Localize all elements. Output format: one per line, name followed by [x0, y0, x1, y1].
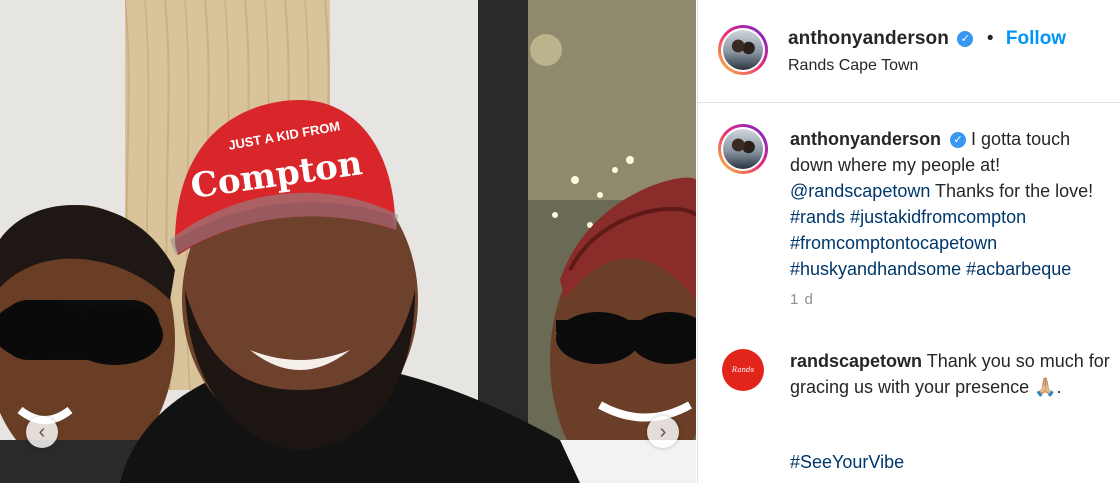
praying-hands-icon: 🙏🏼 — [1034, 377, 1057, 397]
hashtag-acbarbeque[interactable]: #acbarbeque — [966, 259, 1071, 279]
commenter-avatar-logo: Rands — [731, 366, 755, 374]
caption-text-2: Thanks for the love! — [935, 181, 1094, 201]
caption-mention[interactable]: @randscapetown — [790, 181, 930, 201]
follow-button[interactable]: Follow — [1006, 28, 1066, 49]
carousel-next-button[interactable]: › — [647, 416, 679, 448]
caption-username[interactable]: anthonyanderson — [790, 129, 941, 149]
comment-username[interactable]: randscapetown — [790, 351, 922, 371]
verified-badge-icon: ✓ — [957, 31, 974, 47]
chevron-right-icon: › — [659, 421, 667, 443]
author-avatar[interactable] — [718, 25, 768, 75]
post-side-panel: anthonyanderson ✓ • Follow Rands Cape To… — [697, 0, 1120, 483]
hashtag-rands[interactable]: #rands — [790, 207, 845, 227]
comment-end: . — [1056, 377, 1062, 397]
verified-badge-icon: ✓ — [950, 132, 967, 148]
commenter-avatar[interactable]: Rands — [722, 349, 764, 391]
separator-dot: • — [986, 28, 994, 49]
author-username[interactable]: anthonyanderson — [788, 28, 949, 49]
hashtag-huskyandhandsome[interactable]: #huskyandhandsome — [790, 259, 961, 279]
hashtag-seeyourvibe[interactable]: #SeeYourVibe — [790, 452, 904, 473]
post-header: anthonyanderson ✓ • Follow Rands Cape To… — [698, 0, 1120, 103]
caption-avatar[interactable] — [718, 124, 768, 174]
post-caption: anthonyanderson ✓ I gotta touch down whe… — [790, 126, 1116, 282]
post-photo[interactable]: JUST A KID FROM Compton ‹ › — [0, 0, 696, 483]
post-location[interactable]: Rands Cape Town — [788, 57, 918, 75]
photo-illustration: JUST A KID FROM Compton — [0, 0, 696, 483]
chevron-left-icon: ‹ — [38, 421, 46, 443]
post-timestamp[interactable]: 1 d — [790, 291, 814, 308]
hashtag-fromcomptontocapetown[interactable]: #fromcomptontocapetown — [790, 233, 997, 253]
comment: randscapetown Thank you so much for grac… — [790, 348, 1116, 400]
carousel-prev-button[interactable]: ‹ — [26, 416, 58, 448]
hashtag-justakidfromcompton[interactable]: #justakidfromcompton — [850, 207, 1026, 227]
